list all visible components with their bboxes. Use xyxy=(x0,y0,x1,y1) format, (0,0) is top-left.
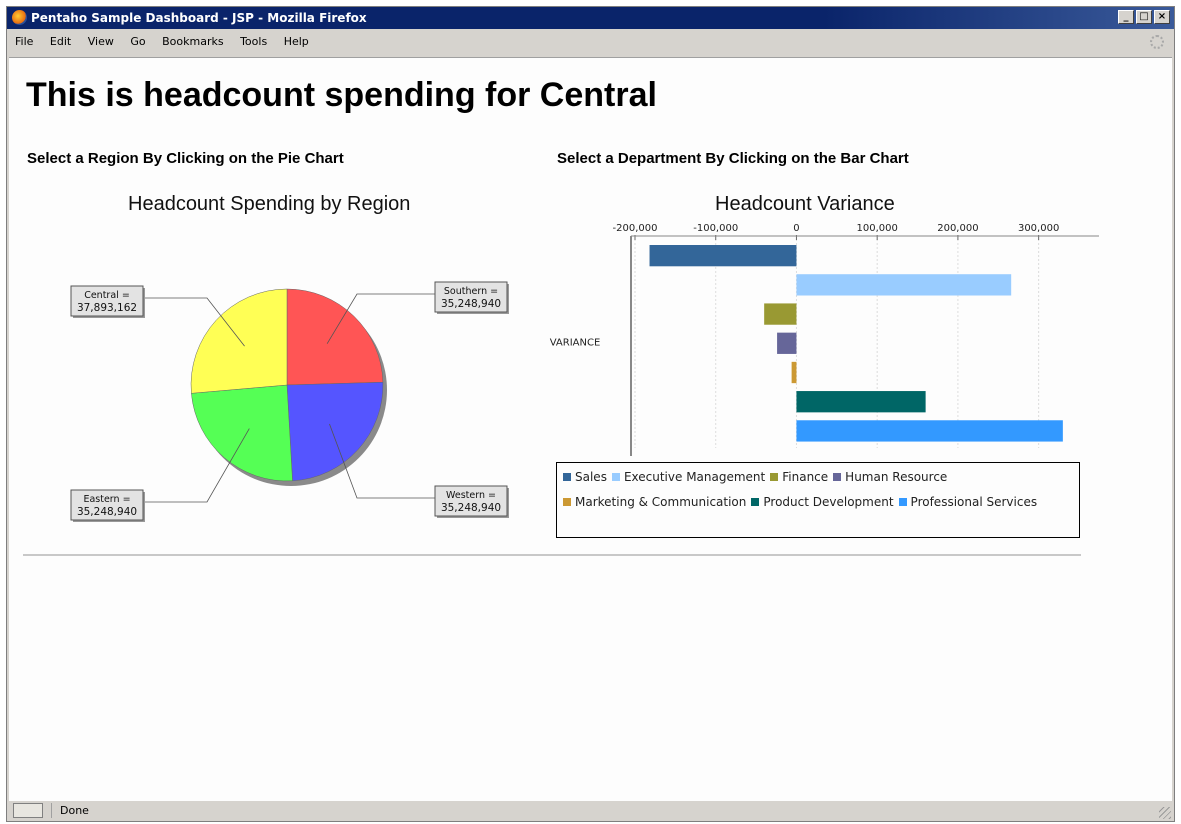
legend-label: Product Development xyxy=(763,494,894,509)
legend-item: Product Development xyxy=(751,490,894,515)
throbber-icon xyxy=(1150,35,1164,49)
pie-label-name: Western = xyxy=(446,490,496,501)
legend-item: Marketing & Communication xyxy=(563,490,746,515)
bar-product-development[interactable] xyxy=(796,391,926,413)
legend-item: Sales xyxy=(563,465,607,490)
legend-swatch xyxy=(563,473,571,481)
pie-label-value: 35,248,940 xyxy=(77,506,137,518)
legend-label: Professional Services xyxy=(910,494,1038,509)
legend-swatch xyxy=(751,497,760,506)
page-content: This is headcount spending for Central S… xyxy=(9,57,1172,801)
bar-marketing-communication[interactable] xyxy=(791,361,797,384)
bar-human-resource[interactable] xyxy=(777,332,797,354)
pie-slice-eastern[interactable] xyxy=(191,384,293,482)
window-title: Pentaho Sample Dashboard - JSP - Mozilla… xyxy=(31,11,367,25)
legend-item: Finance xyxy=(770,465,828,490)
pie-chart-title: Headcount Spending by Region xyxy=(128,193,411,215)
divider xyxy=(23,554,1081,556)
bar-finance[interactable] xyxy=(764,303,797,325)
legend-label: Executive Management xyxy=(623,470,766,484)
status-bar: Done xyxy=(7,800,1174,821)
category-label: VARIANCE xyxy=(550,338,601,349)
legend-swatch xyxy=(563,497,571,506)
bar-chart-prompt: Select a Department By Clicking on the B… xyxy=(557,150,909,167)
bar-sales[interactable] xyxy=(649,245,797,267)
legend-label: Sales xyxy=(575,470,607,484)
x-tick-label: 300,000 xyxy=(1018,223,1059,234)
menu-tools[interactable]: Tools xyxy=(240,35,267,48)
x-tick-label: 200,000 xyxy=(937,223,978,234)
menu-file[interactable]: File xyxy=(15,35,33,48)
browser-window: Pentaho Sample Dashboard - JSP - Mozilla… xyxy=(6,6,1175,822)
bar-professional-services[interactable] xyxy=(796,420,1063,442)
pie-label-name: Central = xyxy=(84,290,130,301)
firefox-logo-icon xyxy=(12,10,27,25)
pie-label-value: 35,248,940 xyxy=(441,298,501,310)
menu-edit[interactable]: Edit xyxy=(50,35,71,48)
window-controls: _ □ × xyxy=(1118,10,1170,24)
title-bar: Pentaho Sample Dashboard - JSP - Mozilla… xyxy=(7,7,1174,29)
minimize-button[interactable]: _ xyxy=(1118,10,1134,24)
legend-item: Executive Management xyxy=(611,465,766,490)
legend-swatch xyxy=(611,473,620,481)
x-tick-label: -200,000 xyxy=(613,223,658,234)
bar-executive-management[interactable] xyxy=(796,274,1012,296)
x-tick-label: 0 xyxy=(793,223,799,234)
bar-chart-legend: Sales Executive Management Finance Human Re… xyxy=(556,462,1080,538)
legend-item: Human Resource xyxy=(833,465,947,490)
close-button[interactable]: × xyxy=(1154,10,1170,24)
menu-bar: File Edit View Go Bookmarks Tools Help xyxy=(7,29,1174,55)
x-tick-label: 100,000 xyxy=(857,223,898,234)
bar-chart-title: Headcount Variance xyxy=(715,193,895,215)
status-text: Done xyxy=(51,803,89,818)
legend-label: Marketing & Communication xyxy=(575,494,747,509)
maximize-button[interactable]: □ xyxy=(1136,10,1152,24)
pie-slice-southern[interactable] xyxy=(286,288,384,386)
menu-view[interactable]: View xyxy=(88,35,114,48)
pie-slice-central[interactable] xyxy=(190,288,288,394)
menu-bookmarks[interactable]: Bookmarks xyxy=(162,35,223,48)
pie-slice-western[interactable] xyxy=(286,381,384,482)
menu-help[interactable]: Help xyxy=(284,35,309,48)
x-tick-label: -100,000 xyxy=(693,223,738,234)
pie-label-name: Eastern = xyxy=(83,494,130,505)
legend-swatch xyxy=(770,473,779,481)
menu-go[interactable]: Go xyxy=(130,35,145,48)
pie-label-value: 35,248,940 xyxy=(441,502,501,514)
pie-label-value: 37,893,162 xyxy=(77,302,137,314)
connection-status-icon xyxy=(13,803,43,818)
legend-swatch xyxy=(833,473,842,481)
page-title: This is headcount spending for Central xyxy=(26,76,657,114)
legend-item: Professional Services xyxy=(898,490,1038,515)
resize-grip-icon[interactable] xyxy=(1159,807,1171,819)
pie-chart-prompt: Select a Region By Clicking on the Pie C… xyxy=(27,150,344,167)
region-pie-chart: Southern =35,248,940Western =35,248,940E… xyxy=(70,281,509,522)
legend-swatch xyxy=(898,497,907,506)
pie-label-name: Southern = xyxy=(444,286,498,297)
legend-label: Human Resource xyxy=(845,470,948,484)
variance-bar-chart: -200,000 -100,000 0 100,000 200,000 300,000 VA… xyxy=(550,223,1099,456)
legend-label: Finance xyxy=(782,470,829,484)
